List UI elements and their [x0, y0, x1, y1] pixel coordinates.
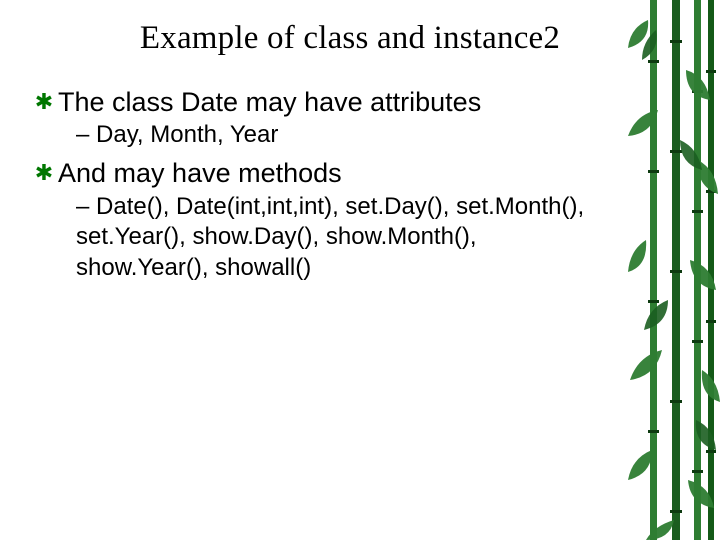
bullet-item: ✱ And may have methods	[30, 157, 610, 189]
asterisk-icon: ✱	[30, 157, 58, 189]
asterisk-icon: ✱	[30, 86, 58, 118]
bullet-text: And may have methods	[58, 157, 610, 189]
bullet-text: The class Date may have attributes	[58, 86, 610, 118]
slide: Example of class and instance2 ✱ The cla…	[0, 0, 720, 540]
slide-title: Example of class and instance2	[70, 20, 630, 57]
sub-bullet-text: – Day, Month, Year	[76, 120, 610, 151]
sub-bullet-text: – Date(), Date(int,int,int), set.Day(), …	[76, 192, 610, 284]
slide-body: ✱ The class Date may have attributes – D…	[30, 80, 610, 288]
bullet-item: ✱ The class Date may have attributes	[30, 86, 610, 118]
bamboo-decoration	[628, 0, 720, 540]
